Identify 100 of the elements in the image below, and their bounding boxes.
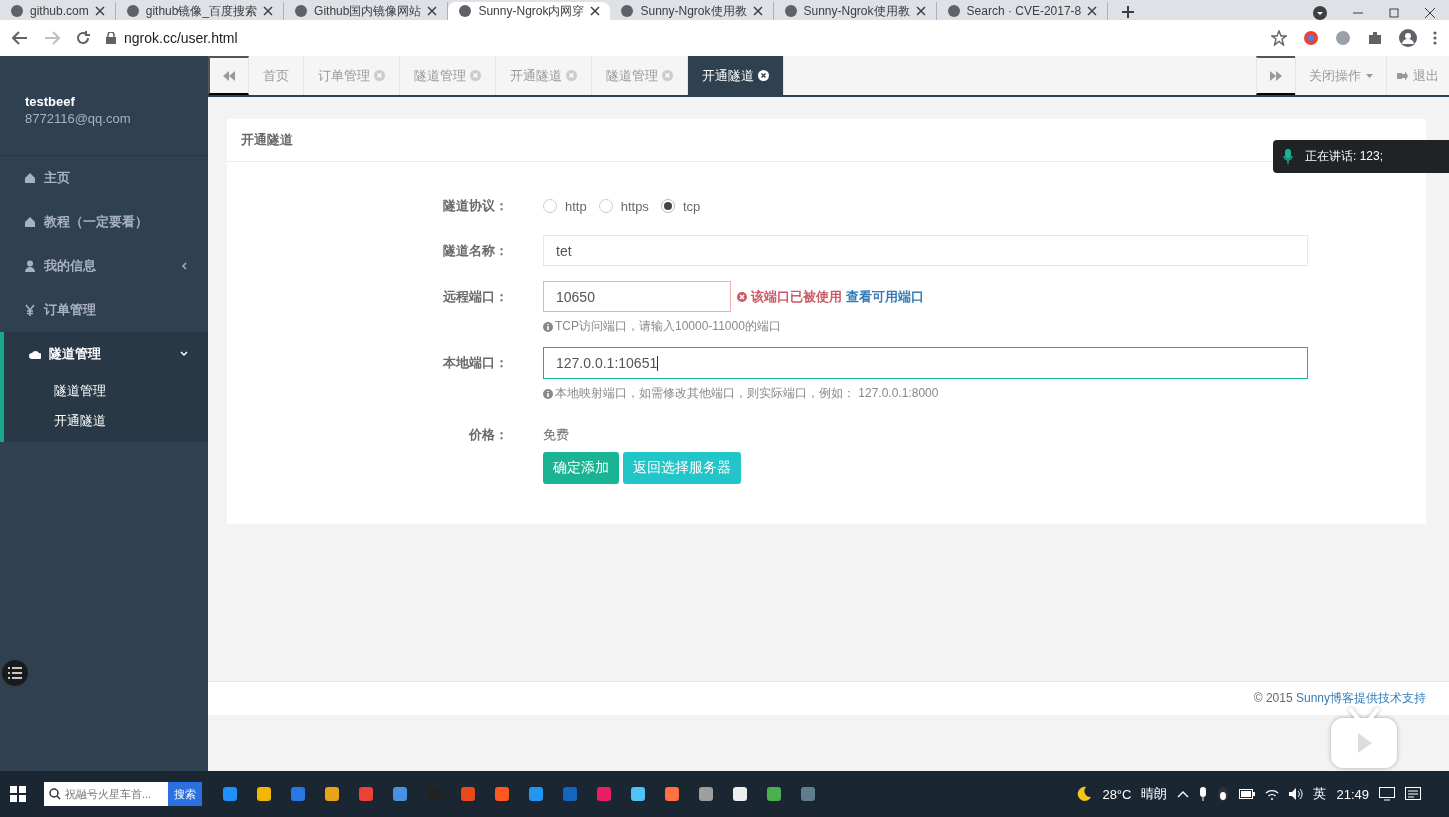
chevron-down-icon (180, 350, 188, 358)
chevron-left-icon (180, 262, 188, 270)
back-icon[interactable] (12, 31, 28, 45)
close-icon[interactable] (752, 6, 763, 16)
clock-time[interactable]: 21:49 (1336, 786, 1369, 802)
search-button[interactable]: 搜索 (168, 782, 202, 806)
price-value: 免费 (543, 426, 570, 444)
home-icon (24, 172, 36, 184)
user-icon (24, 260, 36, 272)
app-icon[interactable] (256, 786, 272, 802)
list-icon (8, 667, 22, 679)
star-icon[interactable] (1271, 30, 1287, 46)
help-text: 本地映射端口，如需修改其他端口，则实际端口，例如： 127.0.0.1:8000 (555, 385, 939, 402)
globe-icon (946, 4, 961, 18)
sidebar-item[interactable]: 我的信息 (0, 244, 208, 288)
voice-toast: 正在讲话: 123; (1273, 140, 1449, 173)
user-email: 8772116@qq.com (25, 111, 132, 126)
name-field[interactable]: tet (543, 235, 1308, 266)
microphone-icon[interactable] (1199, 787, 1208, 801)
dropdown-icon[interactable] (1313, 6, 1327, 20)
field-label: 隧道名称： (442, 241, 508, 260)
browser-tab[interactable]: Sunny-Ngrok内网穿 (448, 2, 611, 20)
close-icon[interactable] (427, 6, 438, 16)
error-message: 该端口已被使用 查看可用端口 (737, 287, 924, 306)
menu-button[interactable] (2, 660, 28, 686)
field-label: 隧道协议： (442, 197, 508, 215)
menu-icon[interactable] (1433, 31, 1437, 45)
close-icon[interactable] (263, 6, 274, 16)
info-icon (543, 321, 553, 332)
close-icon[interactable] (1425, 8, 1435, 18)
caret-icon (1366, 73, 1373, 78)
support-link[interactable]: Sunny博客提供技术支持 (1295, 691, 1426, 705)
plus-icon[interactable] (1122, 6, 1135, 18)
sidebar-item[interactable]: 主页 (0, 156, 208, 200)
close-icon[interactable] (915, 6, 926, 16)
app-icon[interactable] (324, 786, 340, 802)
globe-icon (783, 4, 798, 18)
battery-icon[interactable] (1239, 789, 1256, 799)
taskbar-search-field[interactable]: 祝融号火星车首... 搜索 (44, 782, 202, 806)
wifi-icon[interactable] (1265, 788, 1280, 800)
globe-icon (125, 4, 140, 18)
info-icon (543, 388, 553, 399)
chevron-up-icon[interactable] (1177, 790, 1190, 798)
user-name: testbeef (25, 94, 76, 109)
field-label: 价格： (467, 426, 508, 444)
app-icon[interactable] (664, 786, 680, 802)
submenu-item[interactable]: 开通隧道 (4, 406, 208, 436)
temperature-text: 28°C (1102, 786, 1132, 802)
radio-button[interactable] (543, 199, 557, 213)
moon-icon (1076, 786, 1093, 802)
copyright-text: © 2015 Sunny博客提供技术支持 (1253, 690, 1426, 707)
app-icon[interactable] (698, 786, 714, 802)
radio-button[interactable] (660, 199, 675, 213)
globe-icon (294, 4, 309, 18)
help-text: TCP访问端口，请输入10000-11000的端口 (555, 318, 781, 335)
globe-icon (10, 4, 24, 18)
submenu-item[interactable]: 隧道管理 (4, 376, 208, 406)
sidebar-item[interactable]: 教程（一定要看） (0, 200, 208, 244)
notification-icon[interactable] (1405, 787, 1421, 801)
speaker-icon[interactable] (1289, 788, 1304, 800)
search-icon (49, 788, 61, 800)
app-icon[interactable] (766, 786, 782, 802)
radio-label: tcp (682, 198, 701, 214)
app-icon[interactable] (732, 786, 748, 802)
close-circle-icon[interactable] (758, 70, 769, 81)
sign-out-icon (1397, 70, 1408, 81)
double-left-icon (223, 70, 235, 81)
globe-icon (620, 4, 635, 18)
radio-label: http (565, 198, 587, 214)
close-icon[interactable] (590, 6, 601, 16)
sidebar-item[interactable]: 订单管理 (0, 288, 208, 332)
weather-text: 晴朗 (1141, 785, 1168, 803)
profile-icon[interactable] (1399, 29, 1417, 47)
error-icon (737, 291, 747, 302)
lock-icon (106, 32, 116, 44)
cloud-icon (29, 348, 41, 360)
remote-port-field[interactable]: 10650 (543, 281, 731, 312)
scroll-left-button[interactable] (208, 56, 249, 95)
app-icon[interactable] (630, 786, 646, 802)
extension-icon[interactable] (1335, 30, 1351, 46)
page-tab[interactable]: 开通隧道 (688, 56, 784, 95)
address-field[interactable]: ngrok.cc/user.html (124, 30, 238, 46)
double-right-icon (1270, 70, 1282, 81)
penguin-icon[interactable] (1217, 787, 1230, 801)
close-icon[interactable] (94, 6, 105, 16)
close-icon[interactable] (1087, 6, 1098, 16)
local-port-field[interactable]: 127.0.0.1:10651 (543, 347, 1308, 379)
radio-label: https (620, 198, 649, 214)
globe-icon (458, 4, 473, 18)
radio-button[interactable] (598, 199, 613, 213)
available-ports-link[interactable]: 查看可用端口 (846, 287, 924, 306)
field-label: 本地端口： (442, 354, 508, 372)
extension-icon[interactable] (1303, 30, 1319, 46)
sidebar-item[interactable]: 隧道管理 (0, 332, 208, 376)
scroll-right-button[interactable] (1256, 56, 1295, 95)
reload-icon[interactable] (76, 31, 90, 45)
windows-icon[interactable] (10, 786, 26, 802)
home-icon (24, 216, 36, 228)
restore-icon[interactable] (1389, 8, 1399, 18)
input-method-indicator[interactable]: 英 (1313, 785, 1327, 803)
